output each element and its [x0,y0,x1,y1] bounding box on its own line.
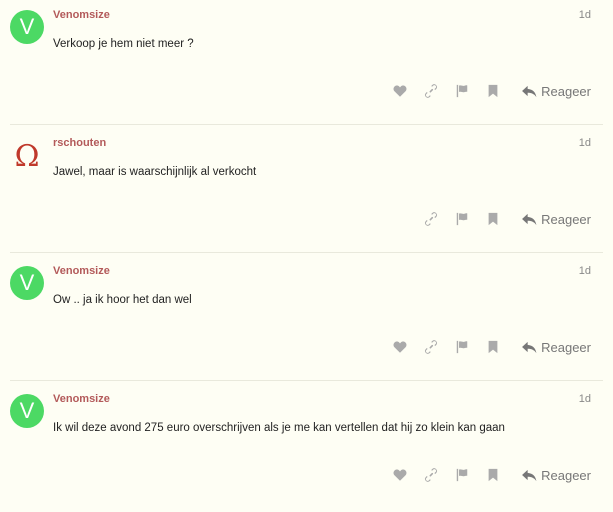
username[interactable]: rschouten [53,137,106,149]
flag-icon[interactable] [454,467,470,483]
post-date[interactable]: 1d [579,265,591,277]
avatar[interactable]: V [10,394,44,428]
reply-label: Reageer [541,467,591,483]
post-date[interactable]: 1d [579,137,591,149]
heart-icon[interactable] [392,339,408,355]
avatar[interactable]: Ω [10,138,44,172]
bookmark-icon[interactable] [485,339,501,355]
post-body: Ik wil deze avond 275 euro overschrijven… [53,422,505,434]
flag-icon[interactable] [454,211,470,227]
reply-icon [522,85,537,97]
link-icon[interactable] [423,339,439,355]
post: Ω rschouten 1d Jawel, maar is waarschijn… [0,128,613,256]
omega-logo-icon: Ω [15,139,40,172]
reply-label: Reageer [541,339,591,355]
svg-text:Ω: Ω [15,139,40,172]
post-date[interactable]: 1d [579,9,591,21]
bookmark-icon[interactable] [485,211,501,227]
topic-thread: V Venomsize 1d Verkoop je hem niet meer … [0,0,613,500]
avatar[interactable]: V [10,10,44,44]
post-body: Verkoop je hem niet meer ? [53,38,194,50]
link-icon[interactable] [423,211,439,227]
username[interactable]: Venomsize [53,9,110,21]
heart-icon[interactable] [392,83,408,99]
reply-label: Reageer [541,211,591,227]
post: V Venomsize 1d Ik wil deze avond 275 eur… [0,384,613,512]
reply-label: Reageer [541,83,591,99]
reply-button[interactable]: Reageer [522,212,591,227]
flag-icon[interactable] [454,83,470,99]
divider [10,380,603,381]
link-icon[interactable] [423,83,439,99]
post-actions: Reageer [377,464,591,486]
reply-icon [522,213,537,225]
reply-icon [522,341,537,353]
post-body: Jawel, maar is waarschijnlijk al verkoch… [53,166,257,178]
flag-icon[interactable] [454,339,470,355]
post: V Venomsize 1d Verkoop je hem niet meer … [0,0,613,128]
post-date[interactable]: 1d [579,393,591,405]
post-body: Ow .. ja ik hoor het dan wel [53,294,192,306]
post-actions: Reageer [377,336,591,358]
avatar[interactable]: V [10,266,44,300]
post-actions: Reageer [377,80,591,102]
post-actions: Reageer [408,208,591,230]
reply-button[interactable]: Reageer [522,340,591,355]
bookmark-icon[interactable] [485,467,501,483]
reply-button[interactable]: Reageer [522,84,591,99]
divider [10,124,603,125]
reply-button[interactable]: Reageer [522,468,591,483]
divider [10,252,603,253]
username[interactable]: Venomsize [53,265,110,277]
bookmark-icon[interactable] [485,83,501,99]
username[interactable]: Venomsize [53,393,110,405]
heart-icon[interactable] [392,467,408,483]
link-icon[interactable] [423,467,439,483]
post: V Venomsize 1d Ow .. ja ik hoor het dan … [0,256,613,384]
reply-icon [522,469,537,481]
